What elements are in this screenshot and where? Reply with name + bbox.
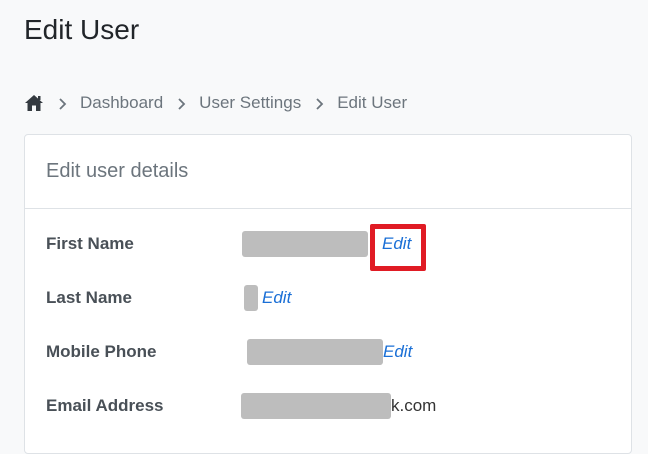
first-name-value-redacted [242,231,368,257]
mobile-phone-edit-link[interactable]: Edit [383,342,412,362]
breadcrumb: Dashboard User Settings Edit User [24,93,407,113]
first-name-label: First Name [46,234,134,253]
last-name-edit-link[interactable]: Edit [262,288,291,308]
breadcrumb-current: Edit User [337,93,408,112]
first-name-row: First Name Edit [46,229,411,259]
breadcrumb-dashboard[interactable]: Dashboard [80,93,163,113]
breadcrumb-user-settings[interactable]: User Settings [199,93,301,113]
email-address-value-redacted [241,393,391,419]
page-title: Edit User [24,14,140,45]
mobile-phone-value-redacted [247,339,383,365]
last-name-value-redacted [244,285,258,311]
card-title: Edit user details [25,135,631,209]
email-address-row: Email Address k.com [46,391,436,421]
chevron-right-icon [176,96,186,110]
email-address-value: k.com [391,396,437,415]
mobile-phone-label: Mobile Phone [46,342,157,361]
user-details-card: Edit user details First Name Edit Last N… [24,134,632,454]
highlight-box [370,224,426,271]
chevron-right-icon [314,96,324,110]
last-name-row: Last Name Edit [46,283,291,313]
chevron-right-icon [57,96,67,110]
email-address-label: Email Address [46,396,164,415]
mobile-phone-row: Mobile Phone Edit [46,337,412,367]
last-name-label: Last Name [46,288,132,307]
home-icon[interactable] [24,94,44,112]
